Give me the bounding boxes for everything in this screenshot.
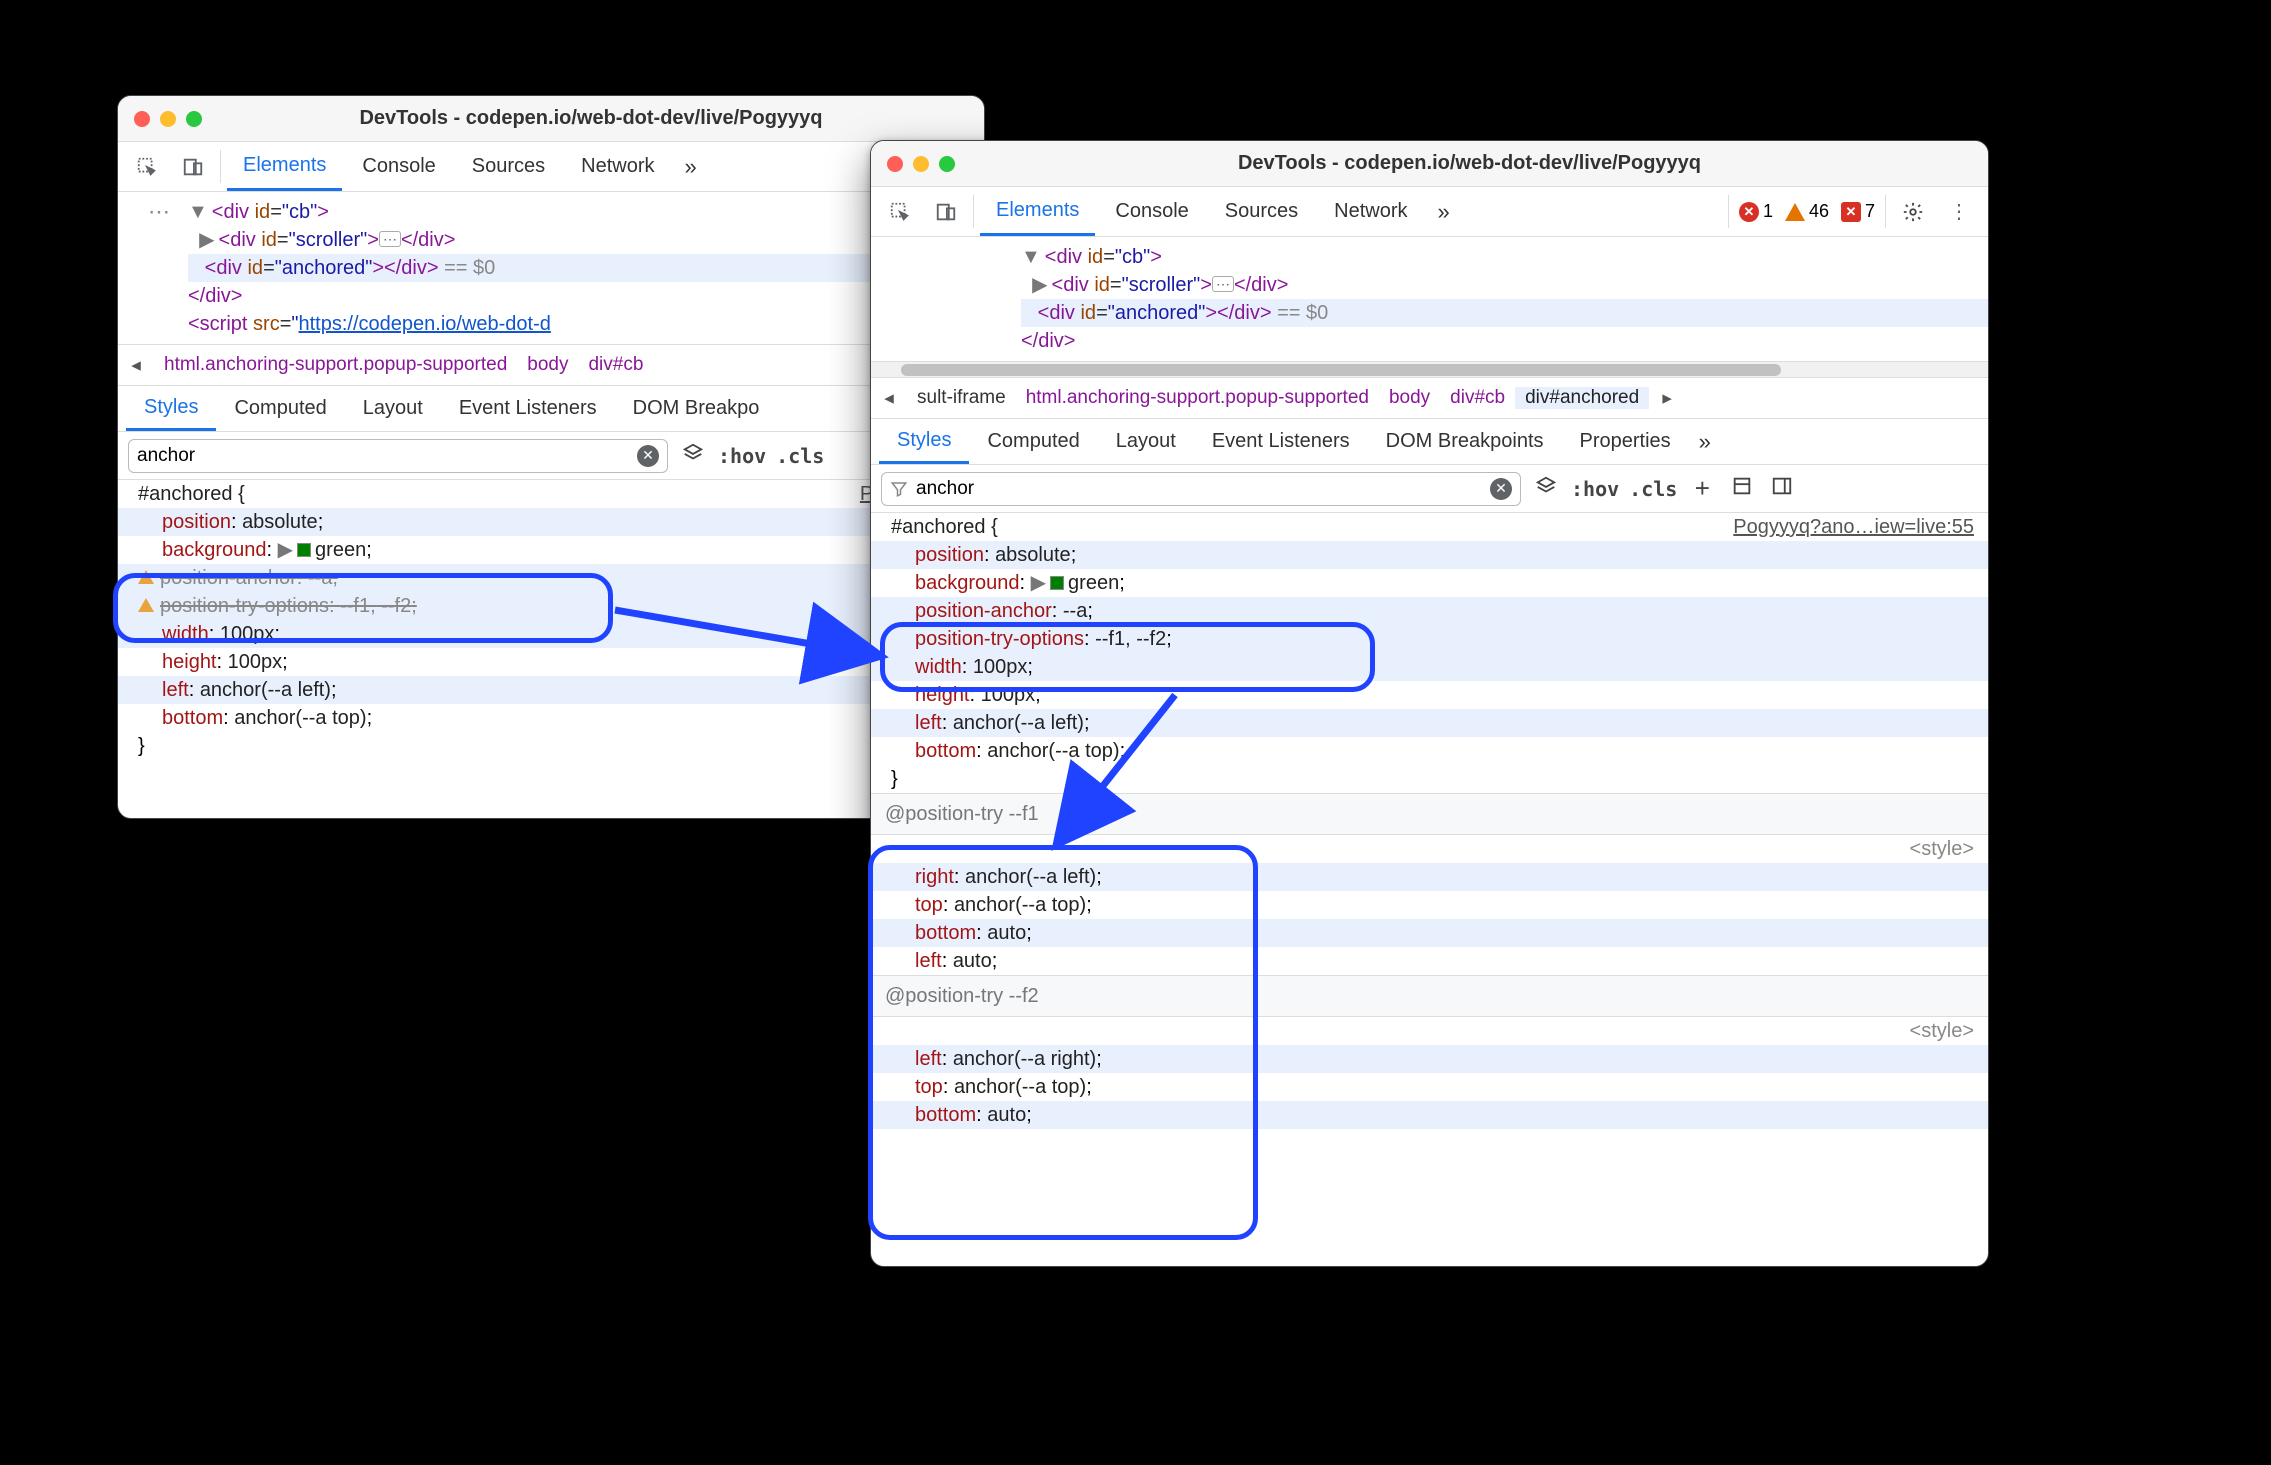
css-rules[interactable]: Pogyyyq?an#anchored { position: absolute… [118, 480, 984, 760]
window-title: DevTools - codepen.io/web-dot-dev/live/P… [214, 107, 968, 130]
crumb-html[interactable]: html.anchoring-support.popup-supported [154, 354, 517, 376]
subtab-event-listeners[interactable]: Event Listeners [441, 386, 615, 431]
zoom-icon[interactable] [939, 156, 955, 172]
device-toggle-icon[interactable] [172, 142, 214, 191]
scrollbar[interactable] [871, 361, 1988, 377]
source-link[interactable]: Pogyyyq?ano…iew=live:55 [1733, 513, 1988, 541]
tab-elements[interactable]: Elements [227, 142, 342, 191]
subtab-properties[interactable]: Properties [1562, 419, 1689, 464]
css-rules[interactable]: Pogyyyq?ano…iew=live:55#anchored { posit… [871, 513, 1988, 1157]
tab-sources[interactable]: Sources [456, 142, 561, 191]
error-count[interactable]: ✕1 [1735, 187, 1777, 236]
titlebar[interactable]: DevTools - codepen.io/web-dot-dev/live/P… [118, 96, 984, 142]
filter-row: anchor ✕ :hov .cls [118, 432, 984, 480]
more-tabs-icon[interactable]: » [675, 142, 707, 191]
elements-tree[interactable]: ⋯ ▼<div id="cb"> ▶<div id="scroller">⋯</… [118, 192, 984, 344]
position-try-header-f2: @position-try --f2 [871, 975, 1988, 1017]
selected-element[interactable]: <div id="anchored"></div> == $0 [1021, 299, 1988, 327]
tab-console[interactable]: Console [346, 142, 451, 191]
filter-input[interactable]: anchor ✕ [881, 472, 1521, 506]
styles-sub-tabs: Styles Computed Layout Event Listeners D… [118, 386, 984, 432]
traffic-lights [887, 156, 955, 172]
kebab-menu-icon[interactable]: ⋮ [1938, 187, 1980, 236]
subtab-styles[interactable]: Styles [879, 419, 969, 464]
crumb-anchored[interactable]: div#anchored [1515, 387, 1649, 409]
funnel-icon [890, 480, 908, 498]
layers-icon[interactable] [1531, 475, 1561, 503]
breadcrumb[interactable]: ◂ html.anchoring-support.popup-supported… [118, 344, 984, 386]
cls-toggle[interactable]: .cls [1629, 477, 1677, 501]
window-title: DevTools - codepen.io/web-dot-dev/live/P… [967, 152, 1972, 175]
color-swatch-icon[interactable] [1050, 576, 1064, 590]
warning-icon [138, 598, 154, 612]
new-rule-icon[interactable]: + [1687, 473, 1717, 504]
tab-network[interactable]: Network [565, 142, 670, 191]
subtab-computed[interactable]: Computed [969, 419, 1097, 464]
filter-value: anchor [137, 445, 195, 467]
clear-filter-icon[interactable]: ✕ [1490, 478, 1512, 500]
style-link[interactable]: <style> [1910, 1017, 1988, 1045]
warn-count[interactable]: 46 [1781, 187, 1833, 236]
subtab-computed[interactable]: Computed [216, 386, 344, 431]
warning-icon [1785, 203, 1805, 221]
crumb-cb[interactable]: div#cb [578, 354, 653, 376]
filter-row: anchor ✕ :hov .cls + [871, 465, 1988, 513]
hov-toggle[interactable]: :hov [718, 444, 766, 468]
subtab-dom-breakpoints[interactable]: DOM Breakpoints [1368, 419, 1562, 464]
zoom-icon[interactable] [186, 111, 202, 127]
main-tabs: Elements Console Sources Network » ✕1 46… [871, 187, 1988, 237]
crumb-iframe[interactable]: sult-iframe [907, 387, 1016, 409]
styles-sub-tabs: Styles Computed Layout Event Listeners D… [871, 419, 1988, 465]
subtab-layout[interactable]: Layout [345, 386, 441, 431]
filter-input[interactable]: anchor ✕ [128, 439, 668, 473]
close-icon[interactable] [134, 111, 150, 127]
crumb-body[interactable]: body [1379, 387, 1440, 409]
filter-value: anchor [916, 478, 974, 500]
minimize-icon[interactable] [913, 156, 929, 172]
selected-element[interactable]: <div id="anchored"></div> == $0 [188, 254, 984, 282]
tab-sources[interactable]: Sources [1209, 187, 1314, 236]
device-toggle-icon[interactable] [925, 187, 967, 236]
subtab-event-listeners[interactable]: Event Listeners [1194, 419, 1368, 464]
elements-tree[interactable]: ▼<div id="cb"> ▶<div id="scroller">⋯</di… [871, 237, 1988, 361]
devtools-window-before: DevTools - codepen.io/web-dot-dev/live/P… [117, 95, 985, 819]
more-subtabs-icon[interactable]: » [1689, 419, 1721, 464]
settings-icon[interactable] [1892, 187, 1934, 236]
position-try-header-f1: @position-try --f1 [871, 793, 1988, 835]
layers-icon[interactable] [678, 442, 708, 470]
cls-toggle[interactable]: .cls [776, 444, 824, 468]
crumb-html[interactable]: html.anchoring-support.popup-supported [1016, 387, 1379, 409]
traffic-lights [134, 111, 202, 127]
subtab-layout[interactable]: Layout [1098, 419, 1194, 464]
inspect-icon[interactable] [126, 142, 168, 191]
main-tabs: Elements Console Sources Network » [118, 142, 984, 192]
crumb-left-icon[interactable]: ◂ [871, 387, 907, 410]
style-link[interactable]: <style> [1910, 835, 1988, 863]
crumb-body[interactable]: body [517, 354, 578, 376]
color-swatch-icon[interactable] [297, 543, 311, 557]
clear-filter-icon[interactable]: ✕ [637, 445, 659, 467]
tab-console[interactable]: Console [1099, 187, 1204, 236]
subtab-styles[interactable]: Styles [126, 386, 216, 431]
hov-toggle[interactable]: :hov [1571, 477, 1619, 501]
panel-toggle-icon[interactable] [1767, 475, 1797, 503]
warning-icon [138, 570, 154, 584]
crumb-cb[interactable]: div#cb [1440, 387, 1515, 409]
devtools-window-after: DevTools - codepen.io/web-dot-dev/live/P… [870, 140, 1989, 1267]
inspect-icon[interactable] [879, 187, 921, 236]
overflow-icon: ⋯ [148, 198, 170, 226]
more-tabs-icon[interactable]: » [1428, 187, 1460, 236]
minimize-icon[interactable] [160, 111, 176, 127]
crumb-right-icon[interactable]: ▸ [1649, 387, 1685, 410]
titlebar[interactable]: DevTools - codepen.io/web-dot-dev/live/P… [871, 141, 1988, 187]
crumb-left-icon[interactable]: ◂ [118, 354, 154, 377]
tab-network[interactable]: Network [1318, 187, 1423, 236]
computed-toggle-icon[interactable] [1727, 475, 1757, 503]
close-icon[interactable] [887, 156, 903, 172]
tab-elements[interactable]: Elements [980, 187, 1095, 236]
msg-count[interactable]: ✕7 [1837, 187, 1879, 236]
breadcrumb[interactable]: ◂ sult-iframe html.anchoring-support.pop… [871, 377, 1988, 419]
subtab-dom-breakpoints[interactable]: DOM Breakpo [615, 386, 778, 431]
